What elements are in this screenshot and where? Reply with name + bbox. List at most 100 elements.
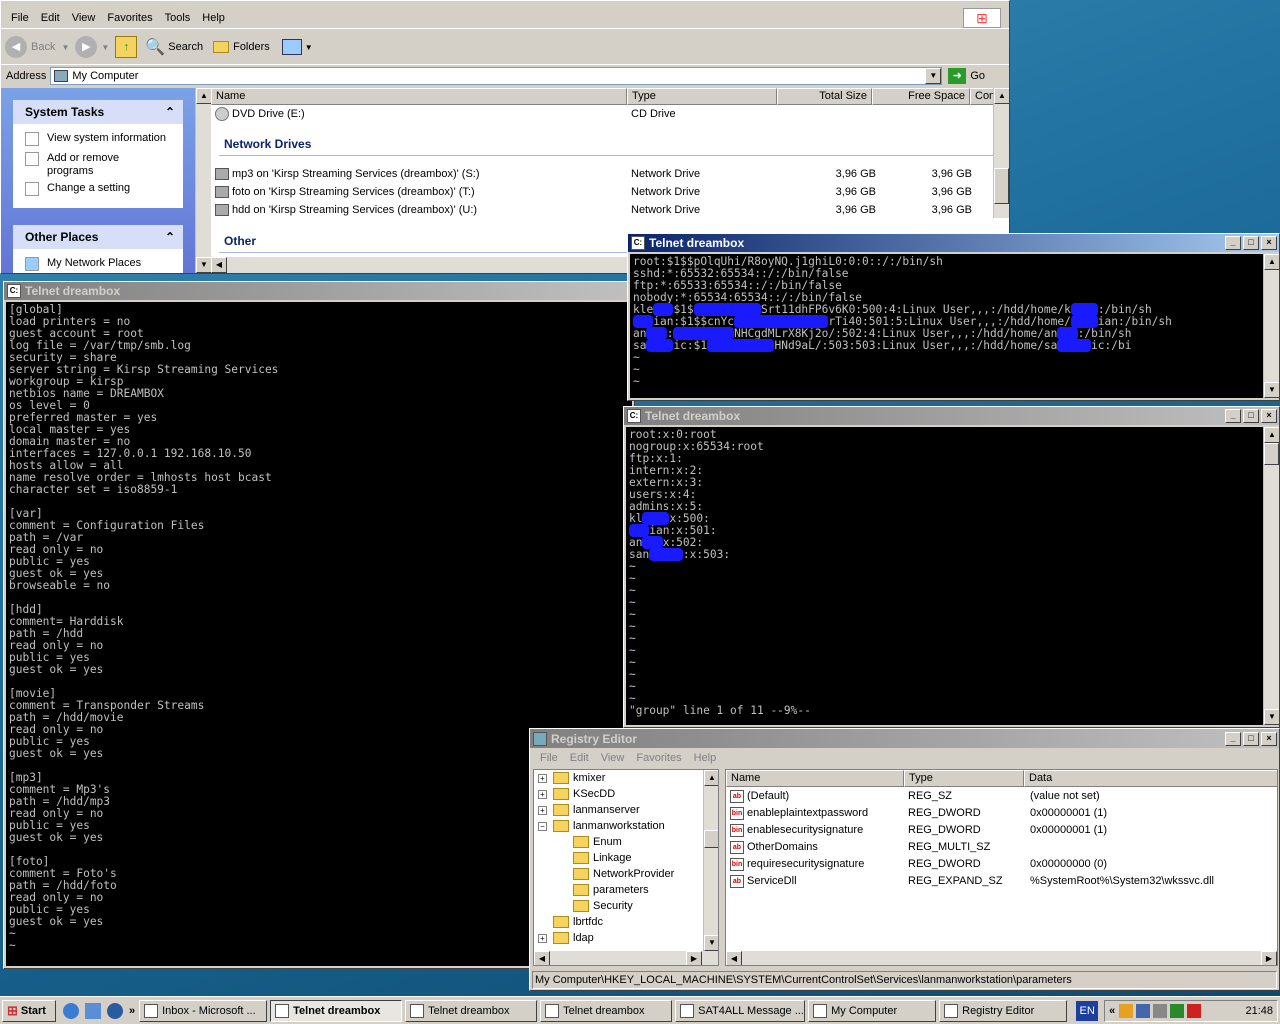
registry-value-row[interactable]: ab ServiceDll REG_EXPAND_SZ %SystemRoot%\Sy… bbox=[726, 873, 1277, 890]
tree-node[interactable]: + KSecDD bbox=[534, 786, 615, 802]
tray-icon[interactable] bbox=[1187, 1003, 1202, 1018]
column-type[interactable]: Type bbox=[904, 770, 1024, 787]
scroll-thumb[interactable] bbox=[1264, 443, 1279, 465]
scroll-down-button[interactable]: ▼ bbox=[1264, 709, 1279, 725]
taskbar-button[interactable]: Inbox - Microsoft ... bbox=[139, 999, 268, 1022]
tray-icon[interactable] bbox=[1119, 1003, 1134, 1018]
up-folder-button[interactable]: ↑ bbox=[115, 36, 138, 58]
back-button[interactable]: ◀ Back ▼ bbox=[5, 36, 69, 58]
column-name[interactable]: Name bbox=[726, 770, 904, 787]
close-button[interactable]: × bbox=[1261, 731, 1277, 746]
tree-node[interactable]: Enum bbox=[534, 834, 622, 850]
scroll-down-button[interactable]: ▼ bbox=[196, 257, 212, 273]
menu-edit[interactable]: Edit bbox=[35, 12, 66, 24]
scroll-left-button[interactable]: ◀ bbox=[726, 951, 742, 965]
forward-button[interactable]: ▶ ▼ bbox=[75, 36, 109, 58]
registry-value-row[interactable]: bin requiresecuritysignature REG_DWORD 0x00… bbox=[726, 856, 1277, 873]
clock[interactable]: 21:48 bbox=[1245, 1005, 1273, 1017]
values-hscrollbar[interactable]: ◀ ▶ bbox=[726, 951, 1277, 965]
file-row[interactable]: mp3 on 'Kirsp Streaming Services (dreamb… bbox=[215, 166, 975, 182]
menu-favorites[interactable]: Favorites bbox=[630, 752, 687, 764]
other-places-header[interactable]: Other Places ⌃ bbox=[13, 225, 183, 249]
maximize-button[interactable]: □ bbox=[1243, 409, 1259, 423]
registry-value-row[interactable]: ab OtherDomains REG_MULTI_SZ bbox=[726, 839, 1277, 856]
file-row[interactable]: foto on 'Kirsp Streaming Services (dream… bbox=[215, 184, 975, 200]
file-row[interactable]: DVD Drive (E:) CD Drive bbox=[215, 106, 975, 122]
system-task-item[interactable]: Change a setting bbox=[25, 182, 130, 196]
start-button[interactable]: ⊞ Start bbox=[2, 999, 56, 1022]
menu-view[interactable]: View bbox=[66, 12, 102, 24]
column-data[interactable]: Data bbox=[1024, 770, 1277, 787]
taskbar-button[interactable]: Telnet dreambox bbox=[270, 999, 403, 1022]
column-name[interactable]: Name bbox=[211, 88, 627, 105]
tray-expand-icon[interactable]: « bbox=[1109, 1005, 1115, 1017]
system-task-item[interactable]: View system information bbox=[25, 132, 166, 146]
lang-indicator[interactable]: EN bbox=[1076, 1000, 1099, 1021]
regedit-titlebar[interactable]: Registry Editor _ □ × bbox=[530, 729, 1279, 748]
expand-icon[interactable]: + bbox=[538, 789, 547, 799]
taskbar-button[interactable]: Registry Editor bbox=[939, 999, 1068, 1022]
telnet-group-titlebar[interactable]: C: Telnet dreambox _ □ × bbox=[624, 407, 1279, 425]
other-place-item[interactable]: My Network Places bbox=[25, 257, 141, 271]
menu-file[interactable]: File bbox=[534, 752, 564, 764]
expand-icon[interactable]: + bbox=[538, 933, 547, 943]
expand-icon[interactable]: + bbox=[538, 805, 547, 815]
menu-edit[interactable]: Edit bbox=[564, 752, 595, 764]
tray-icon[interactable] bbox=[1170, 1003, 1185, 1018]
tree-node[interactable]: Security bbox=[534, 898, 633, 914]
tray-icon[interactable] bbox=[1153, 1003, 1168, 1018]
menu-favorites[interactable]: Favorites bbox=[101, 12, 158, 24]
tree-node[interactable]: + ldap bbox=[534, 930, 594, 946]
registry-value-row[interactable]: bin enablesecuritysignature REG_DWORD 0x000… bbox=[726, 822, 1277, 839]
minimize-button[interactable]: _ bbox=[1225, 409, 1241, 423]
file-list-scrollbar[interactable]: ▲ bbox=[993, 88, 1009, 218]
scroll-down-button[interactable]: ▼ bbox=[1264, 382, 1279, 398]
tray-icon[interactable] bbox=[1136, 1003, 1151, 1018]
column-free-space[interactable]: Free Space bbox=[872, 88, 970, 105]
passwd-scrollbar[interactable]: ▲ ▼ bbox=[1263, 254, 1279, 398]
column-total-size[interactable]: Total Size bbox=[777, 88, 872, 105]
group-console[interactable]: root:x:0:root nogroup:x:65534:root ftp:x:1… bbox=[626, 427, 1263, 725]
outlook-icon[interactable] bbox=[85, 1002, 101, 1019]
task-pane-scrollbar[interactable]: ▲ ▼ bbox=[195, 88, 212, 273]
tree-node[interactable]: Linkage bbox=[534, 850, 632, 866]
maximize-button[interactable]: □ bbox=[1243, 731, 1259, 746]
media-player-icon[interactable] bbox=[107, 1002, 123, 1019]
scroll-left-button[interactable]: ◀ bbox=[534, 951, 550, 965]
file-row[interactable]: hdd on 'Kirsp Streaming Services (dreamb… bbox=[215, 202, 975, 218]
tree-hscrollbar[interactable]: ◀ ▶ bbox=[534, 951, 718, 965]
taskbar-button[interactable]: Telnet dreambox bbox=[405, 999, 538, 1022]
collapse-icon[interactable]: − bbox=[538, 821, 547, 831]
telnet-passwd-titlebar[interactable]: C: Telnet dreambox _ □ × bbox=[628, 234, 1279, 252]
column-type[interactable]: Type bbox=[627, 88, 777, 105]
scroll-thumb[interactable] bbox=[704, 830, 718, 848]
menu-tools[interactable]: Tools bbox=[159, 12, 197, 24]
taskbar-button[interactable]: Telnet dreambox bbox=[540, 999, 673, 1022]
quick-launch-chevron-icon[interactable]: » bbox=[129, 1005, 135, 1017]
address-dropdown-button[interactable]: ▼ bbox=[925, 67, 942, 84]
close-button[interactable]: × bbox=[1261, 236, 1277, 250]
scroll-up-button[interactable]: ▲ bbox=[1264, 427, 1279, 443]
scroll-thumb[interactable] bbox=[994, 168, 1009, 204]
scroll-up-button[interactable]: ▲ bbox=[1264, 254, 1279, 270]
taskbar-button[interactable]: SAT4ALL Message ... bbox=[675, 999, 806, 1022]
expand-icon[interactable]: + bbox=[538, 773, 547, 783]
address-input[interactable]: My Computer ▼ bbox=[50, 66, 943, 85]
minimize-button[interactable]: _ bbox=[1225, 731, 1241, 746]
ie-icon[interactable] bbox=[63, 1002, 79, 1019]
scroll-up-button[interactable]: ▲ bbox=[994, 88, 1009, 104]
folders-button[interactable]: Folders bbox=[213, 41, 270, 53]
close-button[interactable]: × bbox=[1261, 409, 1277, 423]
menu-view[interactable]: View bbox=[595, 752, 631, 764]
search-button[interactable]: 🔍 Search bbox=[145, 37, 203, 57]
system-task-item[interactable]: Add or remove programs bbox=[25, 152, 135, 178]
passwd-console[interactable]: root:$1$$pOlqUhi/R8oyNQ.j1ghiL0:0:0::/:/… bbox=[630, 254, 1263, 398]
tree-node[interactable]: NetworkProvider bbox=[534, 866, 674, 882]
views-button[interactable]: ▼ bbox=[281, 39, 313, 55]
tree-node[interactable]: parameters bbox=[534, 882, 649, 898]
taskbar-button[interactable]: My Computer bbox=[808, 999, 937, 1022]
registry-value-row[interactable]: ab (Default) REG_SZ (value not set) bbox=[726, 788, 1277, 805]
menu-help[interactable]: Help bbox=[688, 752, 723, 764]
scroll-up-button[interactable]: ▲ bbox=[704, 770, 718, 786]
group-scrollbar[interactable]: ▲ ▼ bbox=[1263, 427, 1279, 725]
